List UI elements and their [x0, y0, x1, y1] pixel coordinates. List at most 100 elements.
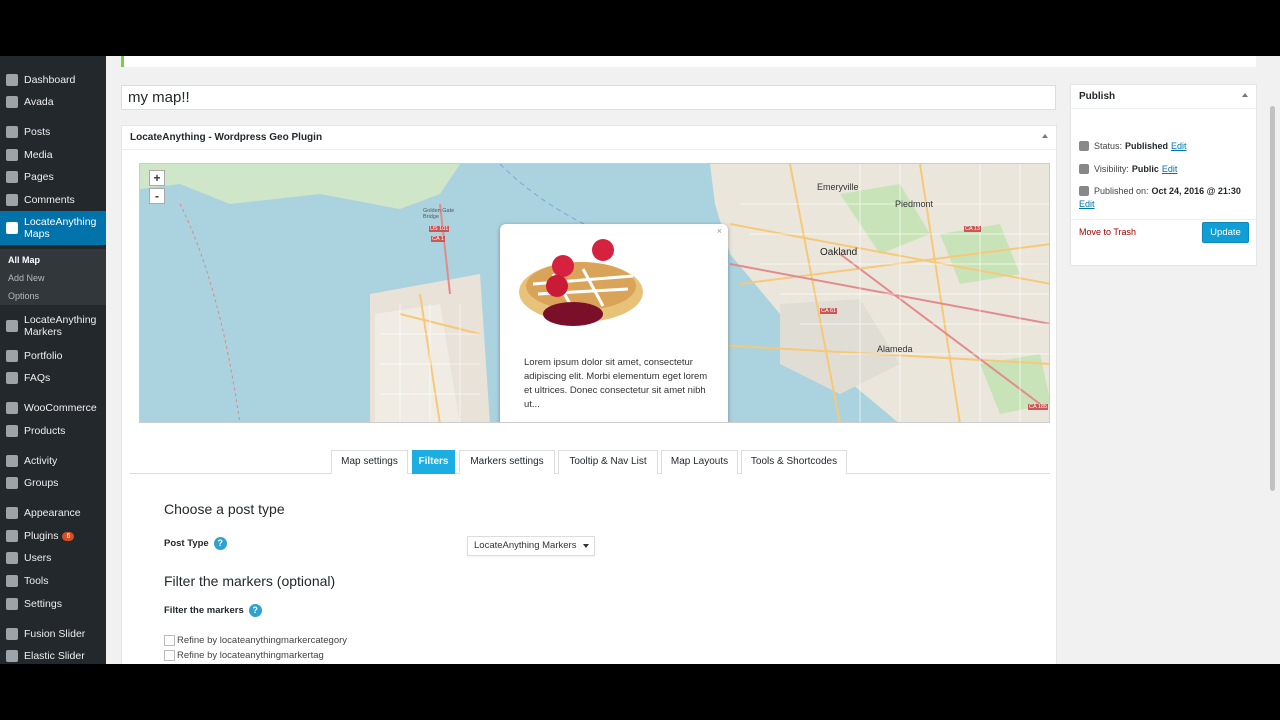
pin-icon	[6, 350, 18, 362]
pin-icon	[6, 126, 18, 138]
locateanything-metabox: LocateAnything - Wordpress Geo Plugin Em…	[121, 125, 1057, 664]
sidebar-item-groups[interactable]: Groups	[0, 473, 106, 493]
publish-status-row: Status: Published Edit	[1079, 141, 1187, 151]
edit-status-link[interactable]: Edit	[1171, 141, 1187, 151]
zoom-in-button[interactable]: +	[149, 170, 165, 186]
avada-icon	[6, 96, 18, 108]
tooltip-text: Lorem ipsum dolor sit amet, consectetur …	[524, 357, 708, 410]
users-icon	[6, 552, 18, 564]
map-shield-ca13: CA 13	[964, 226, 981, 232]
submenu-all-map[interactable]: All Map	[8, 255, 40, 265]
scrollbar[interactable]	[1270, 106, 1275, 491]
tab-markers-settings[interactable]: Markers settings	[459, 450, 555, 474]
tab-tools-shortcodes[interactable]: Tools & Shortcodes	[741, 450, 847, 474]
sidebar-item-products[interactable]: Products	[0, 421, 106, 441]
collapse-arrow-icon[interactable]	[1242, 93, 1248, 97]
post-type-select[interactable]: LocateAnything Markers	[467, 536, 595, 556]
submenu-options[interactable]: Options	[8, 291, 39, 301]
sidebar-item-pages[interactable]: Pages	[0, 167, 106, 187]
pages-icon	[6, 171, 18, 183]
tab-map-layouts[interactable]: Map Layouts	[661, 450, 738, 474]
settings-icon	[6, 598, 18, 610]
sidebar-item-comments[interactable]: Comments	[0, 190, 106, 210]
close-icon[interactable]: ×	[717, 226, 722, 236]
map-label-emeryville: Emeryville	[817, 182, 859, 192]
zoom-out-button[interactable]: -	[149, 188, 165, 204]
comments-icon	[6, 194, 18, 206]
dropdown-arrow-icon	[583, 544, 589, 548]
settings-tabs: Map settings Filters Markers settings To…	[130, 450, 1050, 474]
edit-date-link[interactable]: Edit	[1079, 199, 1095, 209]
map-label-piedmont: Piedmont	[895, 199, 934, 209]
collapse-arrow-icon[interactable]	[1042, 134, 1048, 138]
move-to-trash-link[interactable]: Move to Trash	[1079, 227, 1136, 237]
tab-map-settings[interactable]: Map settings	[331, 450, 408, 474]
tab-filters[interactable]: Filters	[412, 450, 455, 474]
sidebar-item-woocommerce[interactable]: WooCommerce	[0, 398, 106, 418]
map-shield-ca1: CA 1	[431, 236, 445, 242]
post-title-input[interactable]	[121, 85, 1056, 110]
map-canvas[interactable]: Emeryville Piedmont Oakland Alameda Gold…	[139, 163, 1050, 423]
pin-icon	[6, 650, 18, 662]
sidebar-item-portfolio[interactable]: Portfolio	[0, 346, 106, 366]
sidebar-item-users[interactable]: Users	[0, 548, 106, 568]
activity-icon	[6, 455, 18, 467]
publish-title: Publish	[1079, 91, 1116, 102]
pin-icon	[1079, 141, 1089, 151]
metabox-header[interactable]: LocateAnything - Wordpress Geo Plugin	[122, 126, 1056, 150]
help-icon[interactable]: ?	[248, 604, 262, 617]
calendar-icon	[1079, 186, 1089, 196]
sidebar-item-locateanything-markers[interactable]: LocateAnything Markers	[0, 311, 106, 341]
map-label-golden-gate: Golden Gate Bridge	[423, 208, 455, 220]
sidebar-item-appearance[interactable]: Appearance	[0, 503, 106, 523]
sidebar-item-settings[interactable]: Settings	[0, 594, 106, 614]
groups-icon	[6, 477, 18, 489]
checkbox[interactable]	[164, 650, 175, 661]
tab-tooltip-nav-list[interactable]: Tooltip & Nav List	[558, 450, 658, 474]
submenu-add-new[interactable]: Add New	[8, 273, 45, 283]
sidebar-item-faqs[interactable]: FAQs	[0, 368, 106, 388]
map-shield-us101: US 101	[429, 226, 450, 232]
dashboard-icon	[6, 74, 18, 86]
filter-markers-heading: Filter the markers (optional)	[164, 573, 336, 589]
plugins-icon	[6, 530, 18, 542]
sidebar-item-media[interactable]: Media	[0, 145, 106, 165]
pin-icon	[6, 372, 18, 384]
publish-visibility-row: Visibility: Public Edit	[1079, 164, 1177, 174]
globe-icon	[6, 222, 18, 234]
sidebar-item-locateanything-maps[interactable]: LocateAnything Maps	[0, 211, 106, 245]
media-icon	[6, 149, 18, 161]
update-button[interactable]: Update	[1202, 222, 1249, 243]
divider	[1071, 219, 1256, 220]
tools-icon	[6, 575, 18, 587]
sidebar-item-elastic-slider[interactable]: Elastic Slider	[0, 646, 106, 664]
map-shield-ca185: CA 185	[1028, 404, 1049, 410]
filter-option-tag[interactable]: Refine by locateanythingmarkertag	[164, 650, 324, 661]
dessert-image	[513, 234, 649, 332]
sidebar-item-fusion-slider[interactable]: Fusion Slider	[0, 624, 106, 644]
brush-icon	[6, 507, 18, 519]
edit-visibility-link[interactable]: Edit	[1162, 164, 1178, 174]
woocommerce-icon	[6, 402, 18, 414]
sidebar-item-plugins[interactable]: Plugins 6	[0, 526, 106, 546]
map-label-oakland: Oakland	[820, 247, 858, 258]
map-shield-ca61: CA 61	[820, 308, 837, 314]
sidebar-item-tools[interactable]: Tools	[0, 571, 106, 591]
admin-sidebar: Dashboard Avada Posts Media Pages Commen…	[0, 56, 106, 664]
sidebar-item-dashboard[interactable]: Dashboard	[0, 70, 106, 90]
sidebar-item-activity[interactable]: Activity	[0, 451, 106, 471]
wordpress-admin-screen: Dashboard Avada Posts Media Pages Commen…	[0, 56, 1280, 664]
plugins-update-badge: 6	[62, 531, 75, 541]
choose-post-type-heading: Choose a post type	[164, 501, 285, 517]
mouse-cursor-icon	[710, 422, 723, 423]
pin-icon	[6, 320, 18, 332]
eye-icon	[1079, 164, 1089, 174]
sidebar-item-posts[interactable]: Posts	[0, 122, 106, 142]
help-icon[interactable]: ?	[213, 537, 227, 550]
update-notice	[121, 56, 1256, 67]
filter-option-category[interactable]: Refine by locateanythingmarkercategory	[164, 635, 347, 646]
products-icon	[6, 425, 18, 437]
checkbox[interactable]	[164, 635, 175, 646]
sidebar-item-avada[interactable]: Avada	[0, 92, 106, 112]
publish-header[interactable]: Publish	[1071, 85, 1256, 109]
